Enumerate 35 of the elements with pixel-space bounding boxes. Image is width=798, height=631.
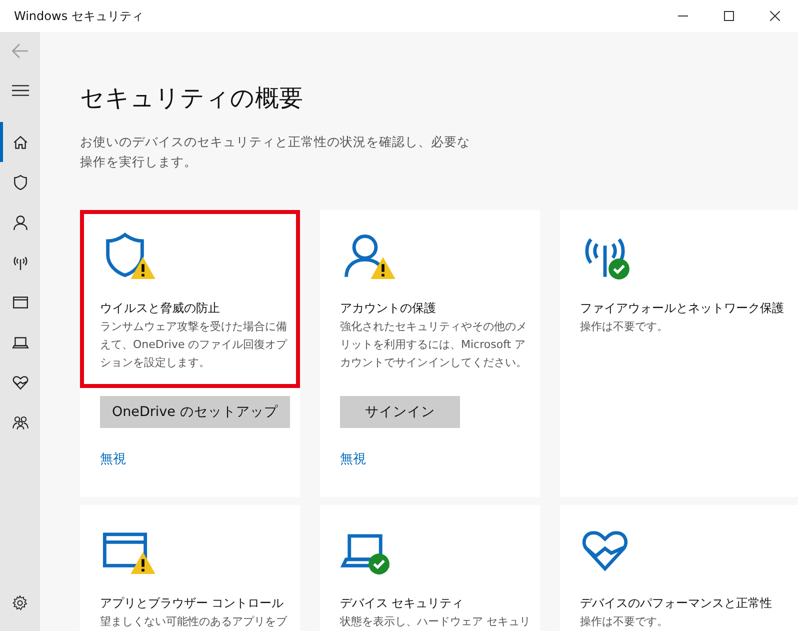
card-title: デバイス セキュリティ — [340, 595, 465, 612]
page-heading: セキュリティの概要 — [80, 83, 304, 114]
action-button[interactable]: OneDrive のセットアップ — [100, 396, 290, 428]
card-title: デバイスのパフォーマンスと正常性 — [580, 595, 773, 612]
card-description: 強化されたセキュリティやその他のメリットを利用するには、Microsoft アカウントでサインインしてください。 — [340, 319, 528, 371]
home-icon — [12, 134, 28, 150]
card-title: ウイルスと脅威の防止 — [100, 300, 221, 317]
action-button[interactable]: サインイン — [340, 396, 460, 428]
maximize-icon — [724, 11, 734, 21]
dismiss-link[interactable]: 無視 — [340, 450, 366, 468]
family-icon — [12, 414, 28, 430]
browser-window-icon — [12, 294, 28, 310]
card-title: アプリとブラウザー コントロール — [100, 595, 285, 612]
dismiss-link[interactable]: 無視 — [100, 450, 126, 468]
window-title: Windows セキュリティ — [13, 8, 144, 24]
card-description: 操作は不要です。 — [580, 614, 669, 630]
security-card[interactable]: アカウントの保護 強化されたセキュリティやその他のメリットを利用するには、Microsoft アカウントでサインインしてください。 サインイン 無視 — [320, 210, 540, 497]
page-description: お使いのデバイスのセキュリティと正常性の状況を確認し、必要な操作を実行します。 — [80, 133, 470, 171]
settings-icon — [12, 595, 28, 611]
security-card[interactable]: アプリとブラウザー コントロール 望ましくない可能性のあるアプリをブ — [80, 505, 300, 631]
security-card[interactable]: デバイスのパフォーマンスと正常性 操作は不要です。 — [560, 505, 798, 631]
card-description: 操作は不要です。 — [580, 319, 669, 335]
person-icon — [12, 214, 28, 230]
card-title: アカウントの保護 — [340, 300, 437, 317]
security-card[interactable]: ウイルスと脅威の防止 ランサムウェア攻撃を受けた場合に備えて、OneDrive のファイル回復オプションを設定します。 OneDrive のセットアップ 無視 — [80, 210, 300, 497]
card-description: ランサムウェア攻撃を受けた場合に備えて、OneDrive のファイル回復オプションを設定します。 — [100, 319, 288, 371]
back-arrow-icon — [11, 42, 29, 60]
security-card[interactable]: デバイス セキュリティ 状態を表示し、ハードウェア セキュリ — [320, 505, 540, 631]
close-icon — [770, 11, 780, 21]
security-card[interactable]: ファイアウォールとネットワーク保護 操作は不要です。 — [560, 210, 798, 497]
card-description: 望ましくない可能性のあるアプリをブ — [100, 614, 288, 630]
heart-pulse-icon — [12, 374, 28, 390]
card-title: ファイアウォールとネットワーク保護 — [580, 300, 785, 317]
shield-icon — [12, 174, 28, 190]
card-description: 状態を表示し、ハードウェア セキュリ — [340, 614, 532, 630]
